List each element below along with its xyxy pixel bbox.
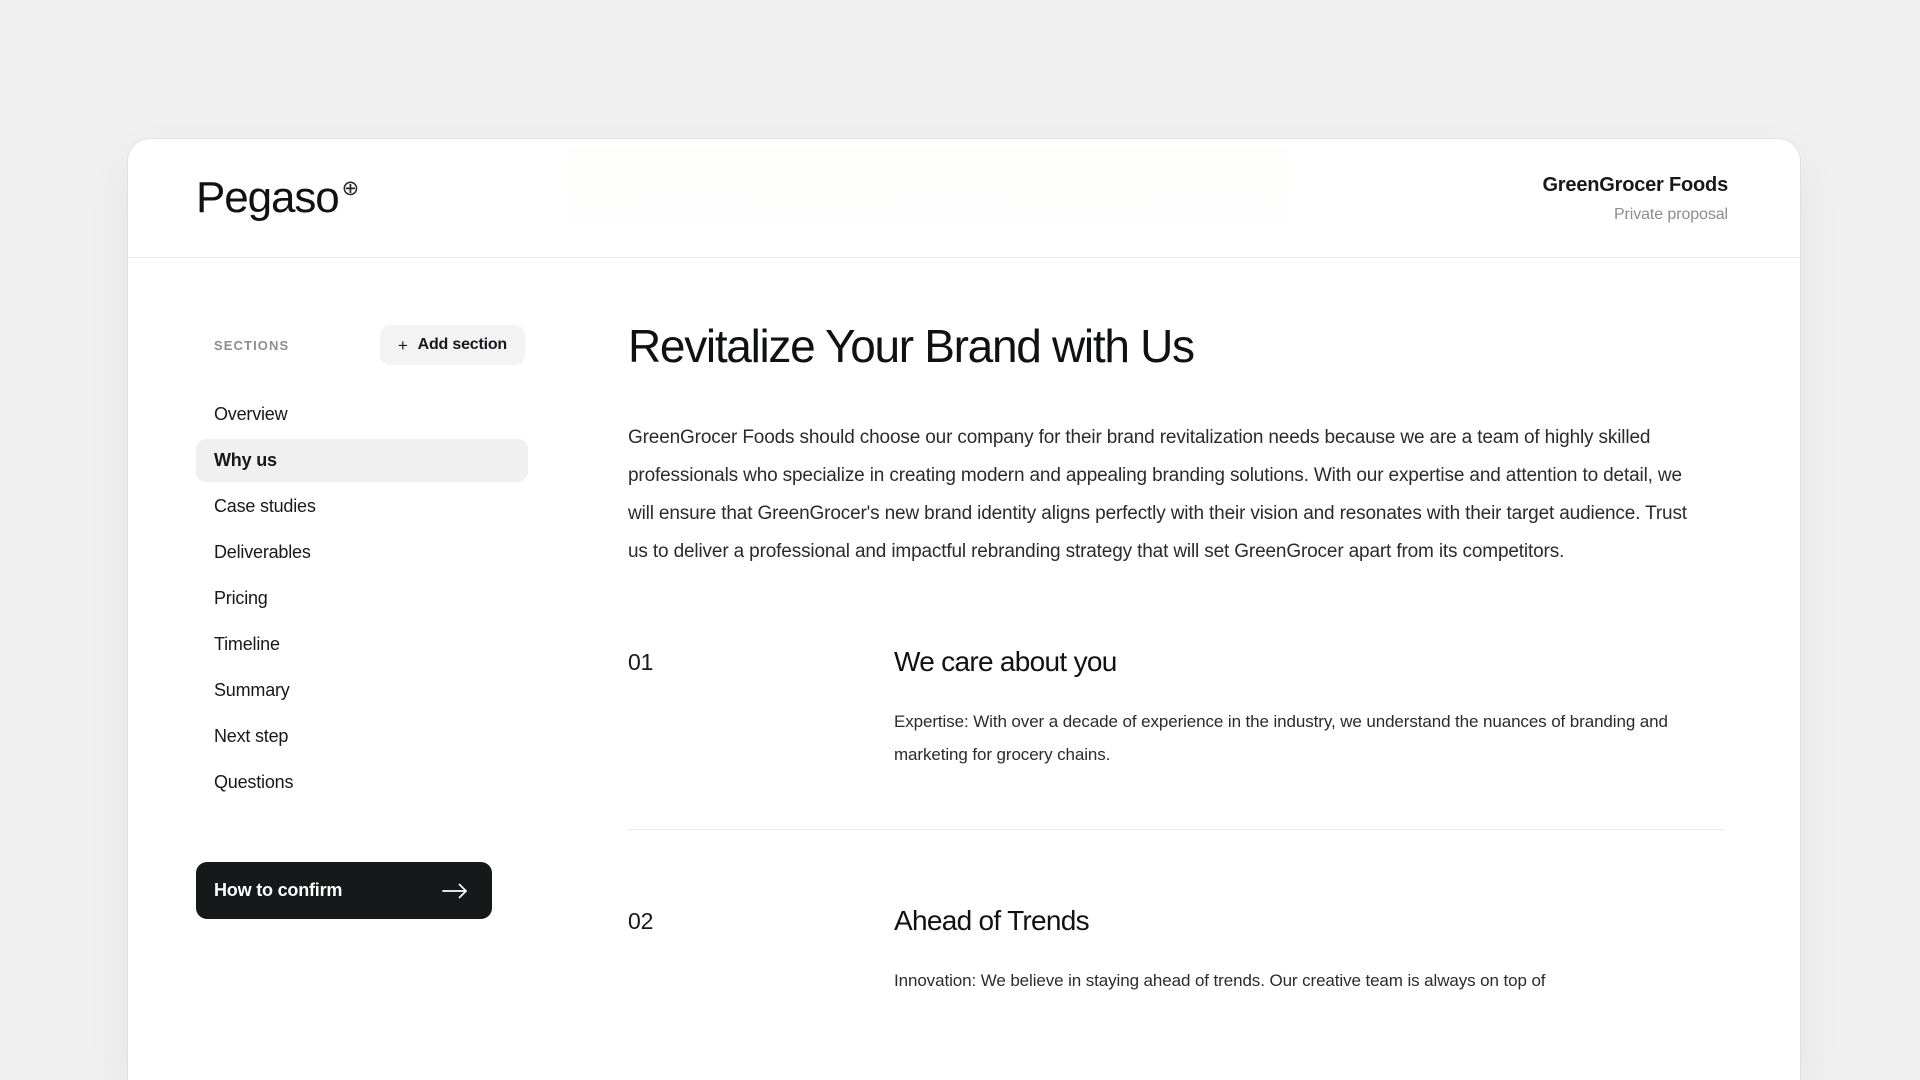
content-fade-overlay xyxy=(556,1053,1800,1079)
sidebar-item-why-us[interactable]: Why us xyxy=(196,439,528,482)
arrow-right-icon xyxy=(442,883,468,899)
plus-icon: + xyxy=(397,335,408,355)
how-to-confirm-label: How to confirm xyxy=(214,880,343,900)
proposal-content: Revitalize Your Brand with Us GreenGroce… xyxy=(556,258,1800,1079)
sidebar-item-questions[interactable]: Questions xyxy=(196,761,528,804)
add-section-button[interactable]: + Add section xyxy=(379,325,525,365)
sidebar-item-case-studies[interactable]: Case studies xyxy=(196,485,528,528)
feature-block-02: 02 Ahead of Trends Innovation: We believ… xyxy=(628,904,1724,997)
feature-content: We care about you Expertise: With over a… xyxy=(894,645,1724,771)
feature-text: Innovation: We believe in staying ahead … xyxy=(894,970,1546,990)
proposal-page-card: Pegaso ⊕ GreenGrocer Foods Private propo… xyxy=(128,139,1800,1080)
sidebar-item-timeline[interactable]: Timeline xyxy=(196,623,528,666)
feature-content: Ahead of Trends Innovation: We believe i… xyxy=(894,904,1724,997)
sections-label: SECTIONS xyxy=(214,337,290,353)
feature-number: 02 xyxy=(628,908,654,935)
feature-text: Expertise: With over a decade of experie… xyxy=(894,711,1668,765)
feature-block-01: 01 We care about you Expertise: With ove… xyxy=(628,645,1724,771)
sidebar-header: SECTIONS + Add section xyxy=(196,325,528,365)
sidebar-item-deliverables[interactable]: Deliverables xyxy=(196,531,528,574)
document-header: Pegaso ⊕ GreenGrocer Foods Private propo… xyxy=(128,139,1800,258)
sidebar-item-overview[interactable]: Overview xyxy=(196,393,528,436)
client-name: GreenGrocer Foods xyxy=(1542,173,1728,196)
sidebar-item-summary[interactable]: Summary xyxy=(196,669,528,712)
document-body: SECTIONS + Add section Overview Why us C… xyxy=(128,258,1800,1079)
sidebar-item-pricing[interactable]: Pricing xyxy=(196,577,528,620)
feature-title: Ahead of Trends xyxy=(894,905,1090,937)
sections-sidebar: SECTIONS + Add section Overview Why us C… xyxy=(128,258,556,1079)
proposal-visibility-label: Private proposal xyxy=(1613,205,1728,223)
intro-paragraph: GreenGrocer Foods should choose our comp… xyxy=(628,427,1687,563)
brand-name: Pegaso xyxy=(196,173,340,222)
page-title: Revitalize Your Brand with Us xyxy=(628,320,1195,372)
circled-plus-icon: ⊕ xyxy=(341,177,360,200)
client-info: GreenGrocer Foods Private proposal xyxy=(1542,173,1728,224)
sections-nav-list: Overview Why us Case studies Deliverable… xyxy=(196,393,528,804)
how-to-confirm-button[interactable]: How to confirm xyxy=(196,862,492,919)
sidebar-item-next-step[interactable]: Next step xyxy=(196,715,528,758)
feature-divider xyxy=(628,829,1724,831)
brand-logo[interactable]: Pegaso ⊕ xyxy=(196,176,359,220)
feature-number: 01 xyxy=(628,649,654,676)
header-background-band xyxy=(568,147,1288,243)
feature-title: We care about you xyxy=(894,646,1117,678)
add-section-label: Add section xyxy=(417,336,508,353)
